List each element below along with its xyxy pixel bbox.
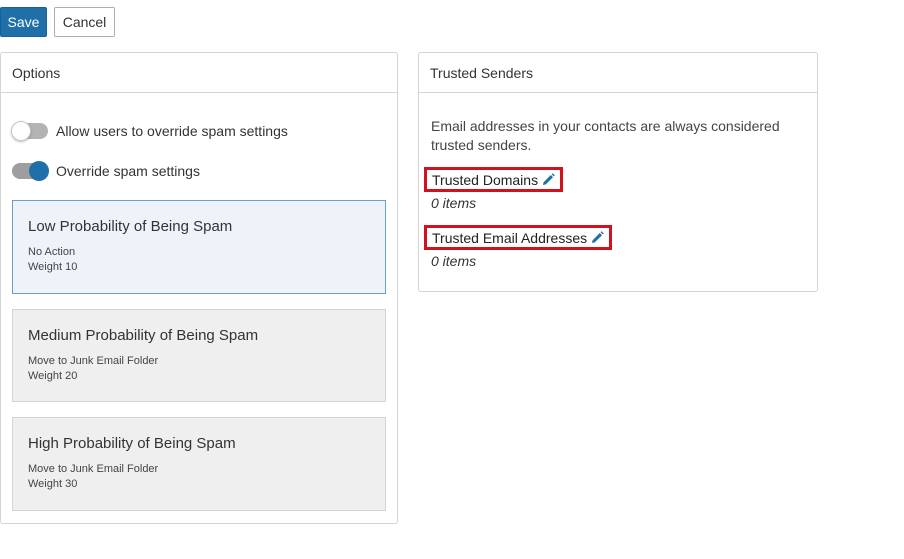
- override-spam-label: Override spam settings: [56, 163, 200, 179]
- pencil-icon[interactable]: [591, 231, 604, 244]
- trusted-domains-link[interactable]: Trusted Domains: [424, 167, 564, 192]
- spam-card-weight: Weight 20: [28, 370, 78, 382]
- spam-card-high[interactable]: High Probability of Being Spam Move to J…: [12, 417, 386, 511]
- trusted-emails-count: 0 items: [431, 253, 477, 269]
- trusted-senders-title: Trusted Senders: [419, 53, 817, 93]
- trusted-emails-link[interactable]: Trusted Email Addresses: [424, 225, 613, 250]
- spam-card-action: No Action: [28, 246, 76, 258]
- override-spam-toggle-row[interactable]: Override spam settings: [12, 160, 200, 182]
- spam-card-low[interactable]: Low Probability of Being Spam No Action …: [12, 200, 386, 294]
- cancel-button[interactable]: Cancel: [54, 7, 115, 37]
- trusted-senders-panel: Trusted Senders Email addresses in your …: [418, 52, 818, 292]
- spam-card-title: Low Probability of Being Spam: [28, 218, 233, 235]
- options-panel: Options Allow users to override spam set…: [0, 52, 398, 524]
- spam-card-title: Medium Probability of Being Spam: [28, 327, 259, 344]
- allow-override-toggle-row[interactable]: Allow users to override spam settings: [11, 120, 288, 142]
- spam-card-action: Move to Junk Email Folder: [28, 355, 159, 367]
- options-panel-title: Options: [1, 53, 397, 93]
- trusted-emails-label: Trusted Email Addresses: [432, 229, 588, 246]
- save-button[interactable]: Save: [0, 7, 47, 37]
- override-spam-toggle[interactable]: [12, 161, 49, 181]
- trusted-domains-label: Trusted Domains: [432, 171, 539, 188]
- spam-card-weight: Weight 10: [28, 261, 78, 273]
- spam-card-action: Move to Junk Email Folder: [28, 463, 159, 475]
- trusted-senders-description: Email addresses in your contacts are alw…: [431, 118, 780, 153]
- allow-override-label: Allow users to override spam settings: [56, 123, 288, 139]
- trusted-domains-count: 0 items: [431, 195, 477, 211]
- allow-override-toggle[interactable]: [11, 121, 48, 141]
- spam-card-weight: Weight 30: [28, 478, 78, 490]
- spam-card-title: High Probability of Being Spam: [28, 435, 236, 452]
- spam-card-medium[interactable]: Medium Probability of Being Spam Move to…: [12, 309, 386, 402]
- pencil-icon[interactable]: [542, 173, 555, 186]
